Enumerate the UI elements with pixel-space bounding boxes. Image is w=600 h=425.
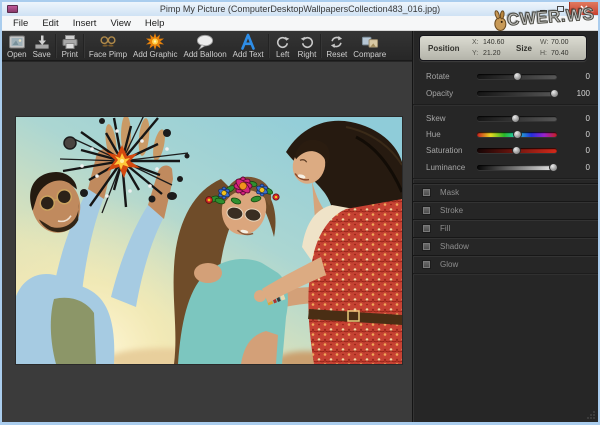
h-label: H: (540, 50, 547, 57)
glow-checkbox[interactable] (422, 260, 431, 269)
skew-slider[interactable] (477, 116, 557, 121)
slider-handle[interactable] (511, 114, 520, 123)
toolbar-separator (55, 34, 57, 58)
toolbar-rotate-left-button[interactable]: Left (271, 32, 295, 60)
menu-view[interactable]: View (103, 18, 137, 29)
toolbar: Open Save Print Face Pimp Add Grap (2, 31, 412, 61)
y-label: Y: (472, 50, 478, 57)
maximize-icon (557, 6, 564, 12)
section-fill[interactable]: Fill (413, 219, 599, 237)
toolbar-compare-button[interactable]: Compare (350, 32, 389, 60)
save-icon (33, 33, 51, 50)
hue-slider[interactable] (477, 132, 557, 137)
face-pimp-icon (99, 33, 117, 50)
rotate-left-icon (274, 33, 292, 50)
inspector-panel: Position X: 140.60 Y: 21.20 Size W: 70.0… (412, 31, 598, 422)
close-button[interactable] (569, 2, 598, 15)
slider-handle[interactable] (513, 72, 522, 81)
shadow-checkbox[interactable] (422, 242, 431, 251)
toolbar-add-graphic-button[interactable]: Add Graphic (130, 32, 180, 60)
fill-checkbox[interactable] (422, 224, 431, 233)
compare-icon (361, 33, 379, 50)
toolbar-add-text-button[interactable]: Add Text (230, 32, 267, 60)
resize-grip[interactable] (587, 411, 595, 419)
title-bar[interactable]: Pimp My Picture (ComputerDesktopWallpape… (2, 2, 598, 16)
saturation-slider-row: Saturation 0 (413, 142, 599, 158)
luminance-slider[interactable] (477, 165, 557, 170)
window-controls (535, 2, 598, 15)
position-label: Position (428, 44, 460, 53)
toolbar-add-balloon-button[interactable]: Add Balloon (181, 32, 230, 60)
menu-bar: File Edit Insert View Help (2, 16, 598, 31)
slider-handle[interactable] (512, 146, 521, 155)
stroke-checkbox[interactable] (422, 206, 431, 215)
minimize-button[interactable] (535, 2, 552, 15)
panel-divider (413, 178, 599, 180)
x-value[interactable]: 140.60 (483, 39, 504, 46)
size-label: Size (516, 44, 532, 53)
section-stroke[interactable]: Stroke (413, 201, 599, 219)
rotate-slider[interactable] (477, 74, 557, 79)
section-shadow[interactable]: Shadow (413, 237, 599, 255)
toolbar-separator (83, 34, 85, 58)
slider-handle[interactable] (550, 89, 559, 98)
slider-handle[interactable] (549, 163, 558, 172)
rotate-right-icon (298, 33, 316, 50)
opacity-slider[interactable] (477, 91, 557, 96)
section-glow[interactable]: Glow (413, 255, 599, 273)
h-value[interactable]: 70.40 (551, 50, 569, 57)
toolbar-reset-button[interactable]: Reset (323, 32, 350, 60)
close-icon (580, 5, 588, 13)
menu-insert[interactable]: Insert (66, 18, 104, 29)
menu-help[interactable]: Help (138, 18, 172, 29)
edited-photo[interactable] (16, 117, 402, 364)
panel-divider (413, 104, 599, 106)
toolbar-print-button[interactable]: Print (58, 32, 82, 60)
opacity-slider-row: Opacity 100 (413, 85, 599, 101)
minimize-icon (540, 10, 547, 12)
add-text-icon (239, 33, 257, 50)
saturation-slider[interactable] (477, 148, 557, 153)
toolbar-separator (268, 34, 270, 58)
toolbar-save-button[interactable]: Save (30, 32, 54, 60)
toolbar-separator (320, 34, 322, 58)
reset-icon (328, 33, 346, 50)
toolbar-open-button[interactable]: Open (4, 32, 30, 60)
y-value[interactable]: 21.20 (483, 50, 501, 57)
skew-slider-row: Skew 0 (413, 110, 599, 126)
window-title: Pimp My Picture (ComputerDesktopWallpape… (2, 4, 598, 14)
speech-balloon-icon (196, 33, 214, 50)
canvas-area[interactable] (2, 62, 412, 422)
mask-checkbox[interactable] (422, 188, 431, 197)
toolbar-rotate-right-button[interactable]: Right (295, 32, 320, 60)
menu-file[interactable]: File (6, 18, 35, 29)
section-mask[interactable]: Mask (413, 183, 599, 201)
open-image-icon (8, 33, 26, 50)
slider-handle[interactable] (513, 130, 522, 139)
starburst-icon (146, 33, 164, 50)
rotate-slider-row: Rotate 0 (413, 68, 599, 84)
menu-edit[interactable]: Edit (35, 18, 65, 29)
maximize-button[interactable] (552, 2, 569, 15)
w-value[interactable]: 70.00 (551, 39, 569, 46)
panel-divider (413, 273, 599, 275)
app-window: Pimp My Picture (ComputerDesktopWallpape… (0, 0, 600, 425)
luminance-slider-row: Luminance 0 (413, 159, 599, 175)
position-size-box: Position X: 140.60 Y: 21.20 Size W: 70.0… (419, 35, 587, 61)
w-label: W: (540, 39, 548, 46)
print-icon (61, 33, 79, 50)
x-label: X: (472, 39, 479, 46)
hue-slider-row: Hue 0 (413, 126, 599, 142)
toolbar-face-pimp-button[interactable]: Face Pimp (86, 32, 130, 60)
